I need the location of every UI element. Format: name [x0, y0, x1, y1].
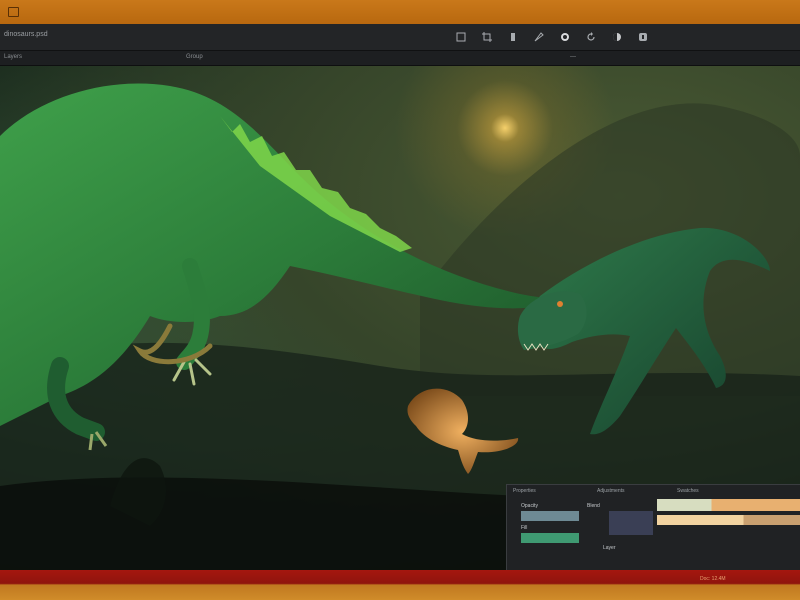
brush-icon[interactable]: [504, 28, 522, 46]
rotate-icon[interactable]: [582, 28, 600, 46]
panel-header-adjustments[interactable]: Adjustments: [597, 488, 625, 494]
swatch-cream-orange[interactable]: [657, 499, 800, 511]
crop-icon[interactable]: [478, 28, 496, 46]
panel-header-properties[interactable]: Properties: [513, 488, 536, 494]
options-mid-label[interactable]: Group: [186, 54, 203, 60]
select-icon[interactable]: [452, 28, 470, 46]
swatch-indigo[interactable]: [609, 511, 653, 535]
options-right-label: —: [570, 54, 576, 60]
history-icon[interactable]: [634, 28, 652, 46]
panel-row-fill: Fill: [521, 525, 528, 531]
panel-row-opacity: Opacity: [521, 503, 538, 509]
panel-header-swatches[interactable]: Swatches: [677, 488, 699, 494]
status-text: Doc: 12.4M: [700, 576, 726, 582]
options-left-label: Layers: [4, 54, 23, 60]
toolbar: [452, 28, 652, 46]
window-title: dinosaurs.psd: [4, 31, 48, 38]
panel-row-blend: Blend: [587, 503, 600, 509]
options-bar: Layers Group —: [0, 51, 800, 66]
window-frame-bottom: Doc: 12.4M: [0, 570, 800, 600]
window-frame-top: [0, 0, 800, 25]
layers-icon[interactable]: [608, 28, 626, 46]
pen-icon[interactable]: [530, 28, 548, 46]
title-bar: dinosaurs.psd: [0, 24, 800, 51]
swatch-slate[interactable]: [521, 511, 579, 521]
window-icon: [8, 7, 19, 17]
swatch-green[interactable]: [521, 533, 579, 543]
swatch-sand[interactable]: [657, 515, 800, 525]
panel-row-layer: Layer: [603, 545, 616, 551]
fill-icon[interactable]: [556, 28, 574, 46]
properties-panel: Properties Adjustments Swatches Opacity …: [506, 484, 800, 571]
